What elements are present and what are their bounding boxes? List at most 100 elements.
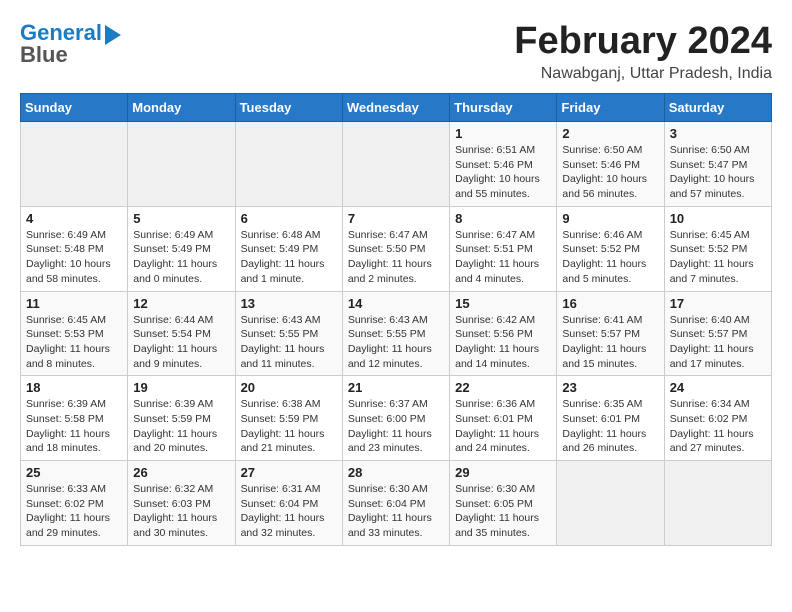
- day-info: Sunrise: 6:46 AMSunset: 5:52 PMDaylight:…: [562, 228, 658, 287]
- day-number: 1: [455, 126, 551, 141]
- day-info: Sunrise: 6:43 AMSunset: 5:55 PMDaylight:…: [348, 313, 444, 372]
- table-row: 17 Sunrise: 6:40 AMSunset: 5:57 PMDayligh…: [664, 291, 771, 376]
- day-number: 13: [241, 296, 337, 311]
- day-number: 25: [26, 465, 122, 480]
- day-number: 7: [348, 211, 444, 226]
- day-info: Sunrise: 6:45 AMSunset: 5:53 PMDaylight:…: [26, 313, 122, 372]
- day-number: 12: [133, 296, 229, 311]
- logo-arrow-icon: [105, 25, 121, 45]
- day-info: Sunrise: 6:39 AMSunset: 5:59 PMDaylight:…: [133, 397, 229, 456]
- day-info: Sunrise: 6:45 AMSunset: 5:52 PMDaylight:…: [670, 228, 766, 287]
- header-sunday: Sunday: [21, 94, 128, 122]
- day-info: Sunrise: 6:40 AMSunset: 5:57 PMDaylight:…: [670, 313, 766, 372]
- day-number: 17: [670, 296, 766, 311]
- day-number: 27: [241, 465, 337, 480]
- day-info: Sunrise: 6:35 AMSunset: 6:01 PMDaylight:…: [562, 397, 658, 456]
- header-saturday: Saturday: [664, 94, 771, 122]
- table-row: 28 Sunrise: 6:30 AMSunset: 6:04 PMDayligh…: [342, 461, 449, 546]
- day-info: Sunrise: 6:49 AMSunset: 5:49 PMDaylight:…: [133, 228, 229, 287]
- day-number: 10: [670, 211, 766, 226]
- table-row: 3 Sunrise: 6:50 AMSunset: 5:47 PMDaylight…: [664, 122, 771, 207]
- day-number: 24: [670, 380, 766, 395]
- table-row: 15 Sunrise: 6:42 AMSunset: 5:56 PMDayligh…: [450, 291, 557, 376]
- day-number: 22: [455, 380, 551, 395]
- table-row: [235, 122, 342, 207]
- week-row-4: 18 Sunrise: 6:39 AMSunset: 5:58 PMDayligh…: [21, 376, 772, 461]
- day-number: 26: [133, 465, 229, 480]
- day-info: Sunrise: 6:39 AMSunset: 5:58 PMDaylight:…: [26, 397, 122, 456]
- day-number: 9: [562, 211, 658, 226]
- day-info: Sunrise: 6:47 AMSunset: 5:50 PMDaylight:…: [348, 228, 444, 287]
- day-info: Sunrise: 6:47 AMSunset: 5:51 PMDaylight:…: [455, 228, 551, 287]
- table-row: 6 Sunrise: 6:48 AMSunset: 5:49 PMDaylight…: [235, 206, 342, 291]
- day-info: Sunrise: 6:50 AMSunset: 5:46 PMDaylight:…: [562, 143, 658, 202]
- table-row: 19 Sunrise: 6:39 AMSunset: 5:59 PMDayligh…: [128, 376, 235, 461]
- table-row: [664, 461, 771, 546]
- header-friday: Friday: [557, 94, 664, 122]
- day-info: Sunrise: 6:33 AMSunset: 6:02 PMDaylight:…: [26, 482, 122, 541]
- table-row: 8 Sunrise: 6:47 AMSunset: 5:51 PMDaylight…: [450, 206, 557, 291]
- table-row: 1Sunrise: 6:51 AMSunset: 5:46 PMDaylight…: [450, 122, 557, 207]
- logo-blue: Blue: [20, 42, 68, 68]
- table-row: 16 Sunrise: 6:41 AMSunset: 5:57 PMDayligh…: [557, 291, 664, 376]
- header-tuesday: Tuesday: [235, 94, 342, 122]
- day-info: Sunrise: 6:30 AMSunset: 6:05 PMDaylight:…: [455, 482, 551, 541]
- page-subtitle: Nawabganj, Uttar Pradesh, India: [514, 65, 772, 83]
- day-info: Sunrise: 6:50 AMSunset: 5:47 PMDaylight:…: [670, 143, 766, 202]
- day-number: 16: [562, 296, 658, 311]
- day-number: 19: [133, 380, 229, 395]
- day-number: 6: [241, 211, 337, 226]
- table-row: [21, 122, 128, 207]
- table-row: [342, 122, 449, 207]
- day-number: 23: [562, 380, 658, 395]
- day-number: 18: [26, 380, 122, 395]
- table-row: 9 Sunrise: 6:46 AMSunset: 5:52 PMDaylight…: [557, 206, 664, 291]
- table-row: 24 Sunrise: 6:34 AMSunset: 6:02 PMDayligh…: [664, 376, 771, 461]
- week-row-3: 11Sunrise: 6:45 AMSunset: 5:53 PMDayligh…: [21, 291, 772, 376]
- day-number: 8: [455, 211, 551, 226]
- day-number: 28: [348, 465, 444, 480]
- day-info: Sunrise: 6:48 AMSunset: 5:49 PMDaylight:…: [241, 228, 337, 287]
- page-header: General Blue February 2024 Nawabganj, Ut…: [20, 20, 772, 83]
- logo: General Blue: [20, 20, 121, 68]
- week-row-5: 25 Sunrise: 6:33 AMSunset: 6:02 PMDayligh…: [21, 461, 772, 546]
- table-row: 29 Sunrise: 6:30 AMSunset: 6:05 PMDayligh…: [450, 461, 557, 546]
- header-monday: Monday: [128, 94, 235, 122]
- table-row: 2 Sunrise: 6:50 AMSunset: 5:46 PMDaylight…: [557, 122, 664, 207]
- page-title: February 2024: [514, 20, 772, 63]
- table-row: 4Sunrise: 6:49 AMSunset: 5:48 PMDaylight…: [21, 206, 128, 291]
- calendar-body: 1Sunrise: 6:51 AMSunset: 5:46 PMDaylight…: [21, 122, 772, 546]
- table-row: 26 Sunrise: 6:32 AMSunset: 6:03 PMDayligh…: [128, 461, 235, 546]
- day-number: 20: [241, 380, 337, 395]
- day-info: Sunrise: 6:49 AMSunset: 5:48 PMDaylight:…: [26, 228, 122, 287]
- table-row: 18 Sunrise: 6:39 AMSunset: 5:58 PMDayligh…: [21, 376, 128, 461]
- header-row: Sunday Monday Tuesday Wednesday Thursday…: [21, 94, 772, 122]
- table-row: 25 Sunrise: 6:33 AMSunset: 6:02 PMDayligh…: [21, 461, 128, 546]
- table-row: 20 Sunrise: 6:38 AMSunset: 5:59 PMDayligh…: [235, 376, 342, 461]
- table-row: 7 Sunrise: 6:47 AMSunset: 5:50 PMDaylight…: [342, 206, 449, 291]
- day-info: Sunrise: 6:37 AMSunset: 6:00 PMDaylight:…: [348, 397, 444, 456]
- table-row: 23 Sunrise: 6:35 AMSunset: 6:01 PMDayligh…: [557, 376, 664, 461]
- table-row: 21Sunrise: 6:37 AMSunset: 6:00 PMDayligh…: [342, 376, 449, 461]
- day-info: Sunrise: 6:36 AMSunset: 6:01 PMDaylight:…: [455, 397, 551, 456]
- day-info: Sunrise: 6:41 AMSunset: 5:57 PMDaylight:…: [562, 313, 658, 372]
- calendar-table: Sunday Monday Tuesday Wednesday Thursday…: [20, 93, 772, 546]
- table-row: 13Sunrise: 6:43 AMSunset: 5:55 PMDayligh…: [235, 291, 342, 376]
- day-number: 14: [348, 296, 444, 311]
- header-wednesday: Wednesday: [342, 94, 449, 122]
- day-number: 29: [455, 465, 551, 480]
- day-info: Sunrise: 6:32 AMSunset: 6:03 PMDaylight:…: [133, 482, 229, 541]
- table-row: 27Sunrise: 6:31 AMSunset: 6:04 PMDayligh…: [235, 461, 342, 546]
- header-thursday: Thursday: [450, 94, 557, 122]
- day-info: Sunrise: 6:38 AMSunset: 5:59 PMDaylight:…: [241, 397, 337, 456]
- day-info: Sunrise: 6:42 AMSunset: 5:56 PMDaylight:…: [455, 313, 551, 372]
- day-info: Sunrise: 6:34 AMSunset: 6:02 PMDaylight:…: [670, 397, 766, 456]
- day-info: Sunrise: 6:30 AMSunset: 6:04 PMDaylight:…: [348, 482, 444, 541]
- table-row: 5Sunrise: 6:49 AMSunset: 5:49 PMDaylight…: [128, 206, 235, 291]
- table-row: [128, 122, 235, 207]
- day-number: 15: [455, 296, 551, 311]
- day-number: 3: [670, 126, 766, 141]
- table-row: 11Sunrise: 6:45 AMSunset: 5:53 PMDayligh…: [21, 291, 128, 376]
- table-row: 14 Sunrise: 6:43 AMSunset: 5:55 PMDayligh…: [342, 291, 449, 376]
- day-number: 2: [562, 126, 658, 141]
